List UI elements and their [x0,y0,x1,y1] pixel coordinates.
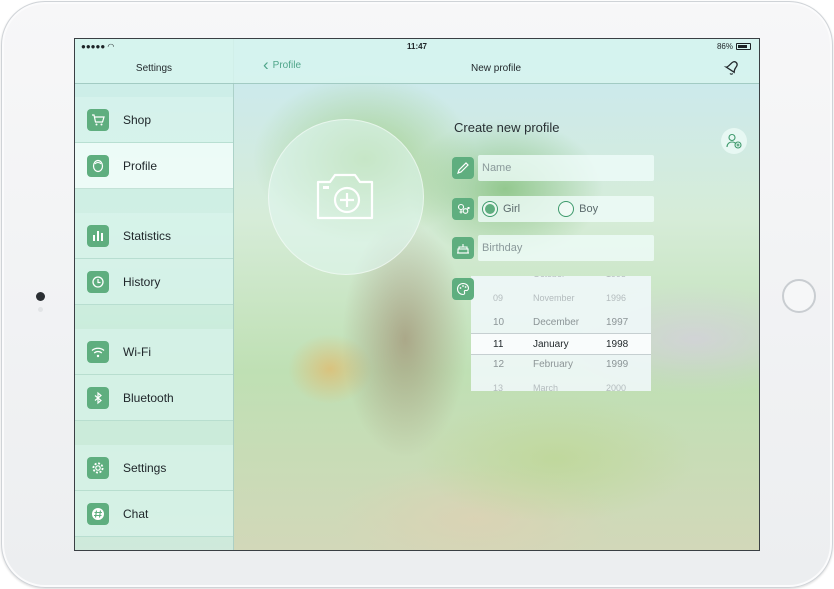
sidebar-item-label: Settings [123,460,167,475]
sidebar-item-statistics[interactable]: Statistics [75,213,233,259]
battery-indicator: 86% [717,42,751,51]
picker-row[interactable]: 10 December 1997 [471,312,651,332]
picker-day: 12 [493,358,505,370]
picker-row[interactable]: 12 February 1999 [471,354,651,374]
radio-button-unchecked[interactable] [558,201,575,217]
picker-day: 11 [493,338,504,350]
clock-icon [87,270,109,293]
sidebar: Settings Shop Profile Statistics History… [75,39,234,550]
gear-icon [87,456,109,479]
home-button[interactable] [782,279,816,313]
sidebar-item-label: Shop [123,112,152,127]
sidebar-item-history[interactable]: History [75,259,233,305]
palette-icon[interactable] [452,278,474,300]
picker-month: February [533,358,574,370]
sidebar-item-shop[interactable]: Shop [75,97,233,143]
sidebar-item-label: Statistics [123,228,172,243]
screen: Settings Shop Profile Statistics History… [74,38,760,551]
sidebar-item-bluetooth[interactable]: Bluetooth [75,375,233,421]
add-user-icon [726,133,742,149]
page-title: New profile [470,63,522,74]
sidebar-item-chat[interactable]: Chat [75,491,233,537]
radio-button-checked[interactable] [482,201,498,217]
picker-month: December [533,316,580,328]
pencil-icon [452,157,474,179]
cake-icon [452,237,474,259]
radio-label-girl: Girl [503,203,521,215]
birthday-row: Birthday [452,235,654,261]
sidebar-item-label: Bluetooth [123,390,174,405]
picker-month: March [533,383,559,391]
gender-icon [452,198,474,220]
sidebar-title: Settings [135,63,173,74]
sidebar-item-label: Profile [123,158,158,173]
picker-year: 1999 [606,358,629,370]
picker-year: 1998 [606,338,629,350]
battery-percent: 86% [716,42,733,51]
gender-selector: Girl Boy [478,196,654,222]
name-field[interactable]: Name [478,155,654,181]
picker-row[interactable]: 13 March 2000 [471,378,651,391]
name-placeholder: Name [482,162,512,174]
gender-row: Girl Boy [452,196,654,222]
name-row: Name [452,155,654,181]
sidebar-item-profile[interactable]: Profile [75,143,233,189]
radio-label-boy: Boy [579,203,599,215]
picker-day: 13 [493,383,504,391]
color-row [452,276,654,302]
picker-year: 2000 [606,383,627,391]
radio-girl[interactable]: Girl [482,201,520,217]
form-title: Create new profile [454,120,560,135]
face-icon [87,154,109,177]
menu-group-system: Settings Chat [75,445,233,537]
add-user-button[interactable] [721,128,747,154]
hashtag-icon [87,502,109,525]
camera-sensor [38,307,43,312]
menu-group-connections: Wi-Fi Bluetooth [75,329,233,421]
battery-icon [736,43,751,50]
wifi-icon [87,340,109,363]
cart-icon [87,108,109,131]
picker-row-selected[interactable]: 11 January 1998 [471,333,651,355]
picker-month: January [533,338,569,350]
sidebar-item-label: Wi-Fi [123,344,151,359]
bluetooth-icon [87,386,109,409]
menu-group-data: Statistics History [75,213,233,305]
bell-icon[interactable] [723,58,741,76]
sidebar-item-wifi[interactable]: Wi-Fi [75,329,233,375]
birthday-placeholder: Birthday [482,242,523,254]
add-photo-button[interactable] [268,119,424,275]
sidebar-item-settings[interactable]: Settings [75,445,233,491]
front-camera [36,292,45,301]
picker-year: 1997 [606,316,629,328]
clock: 11:47 [406,42,428,51]
sidebar-item-label: History [123,274,161,289]
camera-icon [316,173,374,220]
bar-chart-icon [87,224,109,247]
birthday-field[interactable]: Birthday [478,235,654,261]
menu-group-main: Shop Profile [75,97,233,189]
radio-boy[interactable]: Boy [558,201,598,217]
sidebar-item-label: Chat [123,506,149,521]
status-bar: ●●●●● ◠ 11:47 86% [75,39,759,55]
picker-day: 10 [493,316,505,328]
